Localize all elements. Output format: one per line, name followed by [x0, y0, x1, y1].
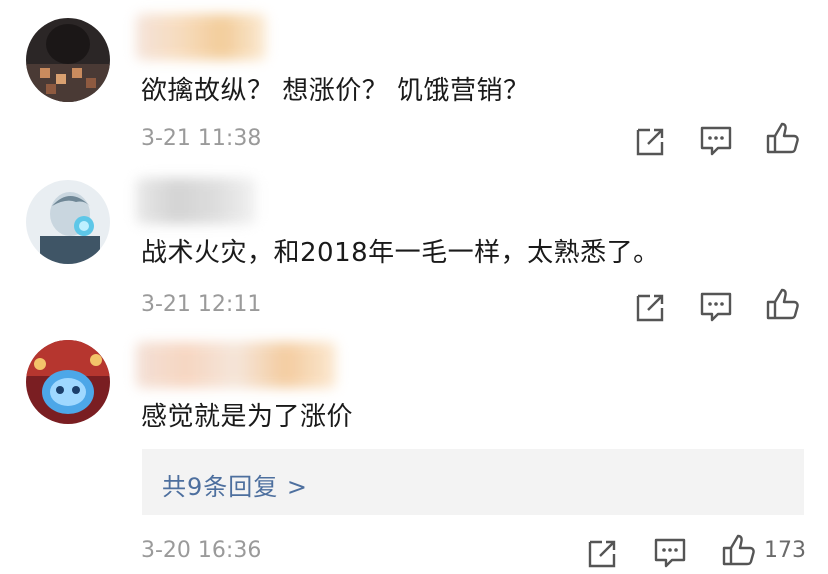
view-replies-button[interactable]: 共9条回复 >: [142, 449, 804, 515]
share-icon[interactable]: [630, 120, 670, 160]
username[interactable]: [136, 14, 266, 60]
like-count: 173: [764, 538, 806, 563]
avatar[interactable]: [26, 18, 110, 102]
comment-time: 3-21 11:38: [141, 126, 262, 151]
comment-time: 3-21 12:11: [141, 292, 262, 317]
comment-text: 战术火灾，和2018年一毛一样，太熟悉了。: [141, 238, 660, 268]
comment-text: 欲擒故纵？ 想涨价？ 饥饿营销？: [141, 76, 530, 106]
comment-icon[interactable]: [650, 532, 690, 572]
username[interactable]: [136, 342, 336, 388]
thumbs-up-icon[interactable]: [762, 118, 802, 158]
comment-icon[interactable]: [696, 120, 736, 160]
thumbs-up-icon[interactable]: [718, 530, 758, 570]
comment-item: 欲擒故纵？ 想涨价？ 饥饿营销？ 3-21 11:38: [0, 0, 828, 170]
avatar[interactable]: [26, 340, 110, 424]
avatar[interactable]: [26, 180, 110, 264]
replies-label: 共9条回复 >: [162, 473, 309, 501]
share-icon[interactable]: [582, 532, 622, 572]
username[interactable]: [136, 178, 256, 224]
comment-text: 感觉就是为了涨价: [141, 402, 354, 432]
comment-item: 战术火灾，和2018年一毛一样，太熟悉了。 3-21 12:11: [0, 170, 828, 322]
comment-item: 感觉就是为了涨价 共9条回复 > 3-20 16:36 173: [0, 320, 828, 574]
comment-time: 3-20 16:36: [141, 538, 262, 563]
thumbs-up-icon[interactable]: [762, 284, 802, 324]
